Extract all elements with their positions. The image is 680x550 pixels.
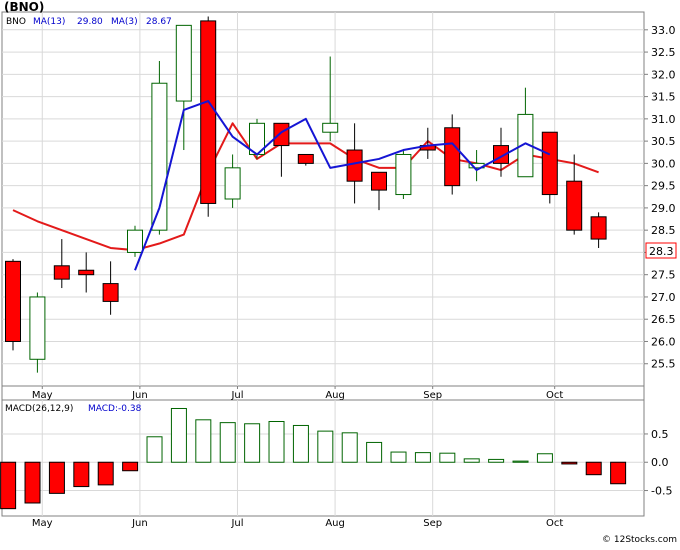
candle-body: [322, 122, 339, 133]
macd-bar: [122, 461, 139, 472]
macd-bar: [536, 453, 553, 463]
candle-body: [371, 171, 387, 191]
candle-body: [566, 180, 583, 231]
candle-body: [102, 283, 119, 302]
macd-bar: [488, 458, 505, 463]
macd-x-month-label: Aug: [325, 518, 345, 529]
candle-body: [175, 24, 192, 102]
candle-body: [273, 122, 290, 147]
candle-body: [444, 127, 461, 187]
price-y-tick-label: 27.5: [651, 269, 676, 282]
price-x-month-label: Aug: [325, 390, 345, 401]
chart-stage: 25.526.026.527.027.528.028.529.029.530.0…: [0, 0, 680, 546]
price-y-tick-label: 28.5: [651, 224, 676, 237]
macd-x-month-label: Jun: [131, 518, 148, 529]
macd-bar: [0, 461, 17, 510]
candle-body: [53, 265, 70, 280]
macd-bar: [268, 421, 285, 463]
price-y-tick-label: 26.5: [651, 313, 676, 326]
macd-y-axis: -0.5 0.0 0.5: [644, 428, 672, 498]
price-x-month-label: May: [32, 390, 53, 401]
macd-bar: [366, 441, 383, 463]
macd-x-month-label: May: [32, 518, 53, 529]
macd-bar: [195, 419, 212, 463]
macd-x-month-label: Jul: [230, 518, 243, 529]
price-y-tick-label: 31.0: [651, 113, 676, 126]
macd-x-axis: May Jun Jul Aug Sep Oct: [32, 518, 563, 529]
candle-body: [346, 149, 363, 182]
macd-x-month-label: Sep: [423, 518, 442, 529]
legend-ma13-label: MA(13): [33, 17, 65, 27]
macd-y-tick-label: 0.5: [651, 428, 669, 441]
price-y-tick-label: 26.0: [651, 335, 676, 348]
price-x-month-label: Oct: [546, 390, 563, 401]
price-y-tick-label: 33.0: [651, 24, 676, 37]
macd-bar: [439, 452, 456, 463]
macd-bar: [219, 422, 236, 463]
macd-bar: [146, 436, 163, 463]
macd-bar: [585, 461, 602, 476]
price-y-tick-label: 30.5: [651, 135, 676, 148]
chart-title: (BNO): [4, 0, 44, 14]
macd-bar: [244, 423, 261, 463]
macd-bar: [610, 461, 627, 485]
price-y-axis: 25.526.026.527.027.528.028.529.029.530.0…: [644, 24, 676, 371]
legend-ma13-value: 29.80: [77, 17, 103, 27]
watermark: © 12Stocks.com: [602, 535, 677, 545]
legend-ma3-value: 28.67: [146, 17, 172, 27]
price-x-month-label: Jun: [131, 390, 148, 401]
price-y-tick-label: 30.0: [651, 157, 676, 170]
macd-bar: [292, 424, 309, 463]
legend-ma3-label: MA(3): [111, 17, 138, 27]
price-y-tick-label: 25.5: [651, 358, 676, 371]
price-x-month-label: Jul: [230, 390, 243, 401]
price-y-tick-label: 27.0: [651, 291, 676, 304]
last-price-tag: 28.3: [649, 245, 674, 258]
macd-legend-value: MACD:-0.38: [88, 404, 142, 414]
price-y-tick-label: 31.5: [651, 91, 676, 104]
price-panel: [1, 11, 645, 387]
candle-body: [297, 153, 314, 164]
macd-legend-label: MACD(26,12,9): [5, 404, 73, 414]
macd-bar: [561, 461, 578, 465]
macd-bar: [463, 458, 480, 463]
stock-chart: 25.526.026.527.027.528.028.529.029.530.0…: [0, 0, 677, 545]
macd-bar: [24, 461, 41, 504]
macd-bar: [170, 407, 187, 463]
candle-body: [127, 229, 143, 253]
macd-bar: [97, 461, 114, 486]
price-x-month-label: Sep: [423, 390, 442, 401]
candle-body: [541, 131, 558, 196]
macd-y-tick-label: 0.0: [651, 456, 669, 469]
candle-body: [590, 216, 607, 240]
price-y-tick-label: 32.0: [651, 68, 676, 81]
macd-bar: [414, 452, 431, 463]
macd-bar: [48, 461, 65, 494]
candle-body: [78, 269, 95, 276]
macd-bar: [73, 461, 90, 488]
macd-bar: [512, 460, 529, 463]
macd-bar: [341, 432, 358, 463]
legend-ticker: BNO: [6, 17, 26, 27]
candle-body: [224, 167, 241, 200]
macd-bar: [317, 430, 334, 463]
price-y-tick-label: 29.0: [651, 202, 676, 215]
macd-x-month-label: Oct: [546, 518, 563, 529]
candle-body: [5, 260, 21, 342]
candle-body: [200, 20, 217, 204]
price-y-tick-label: 32.5: [651, 46, 676, 59]
macd-bar: [390, 451, 407, 463]
macd-y-tick-label: -0.5: [651, 485, 672, 498]
candle-body: [395, 153, 412, 196]
candle-body: [29, 296, 46, 360]
price-y-tick-label: 29.5: [651, 180, 676, 193]
